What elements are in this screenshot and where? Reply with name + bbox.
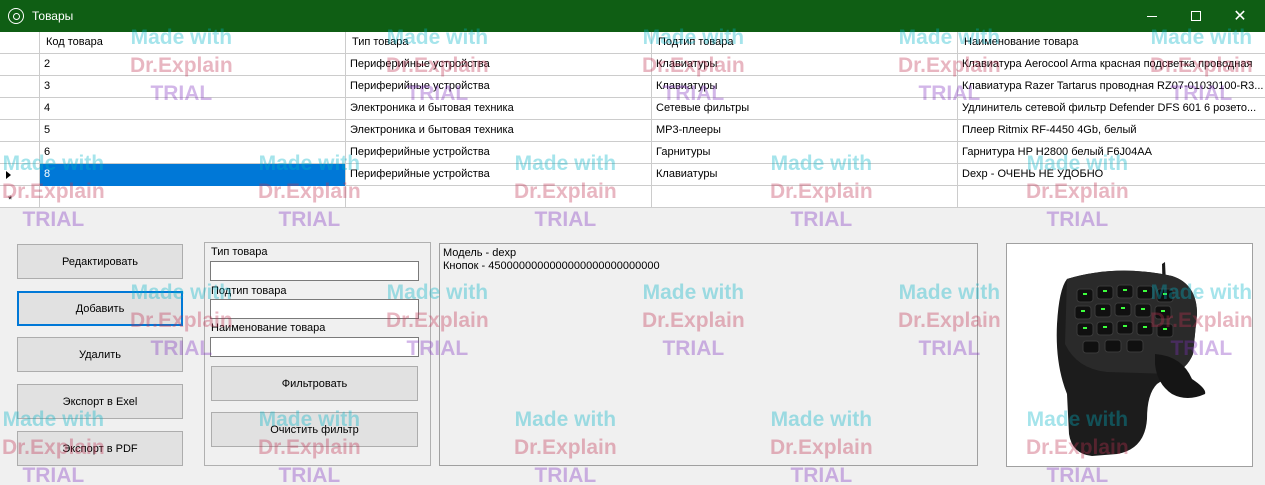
column-header-subtype[interactable]: Подтип товара (652, 32, 958, 54)
add-button[interactable]: Добавить (17, 291, 183, 326)
app-icon (8, 8, 24, 24)
cell-name[interactable]: Dexp - ОЧЕНЬ НЕ УДОБНО (958, 164, 1265, 186)
row-header[interactable]: * (0, 186, 40, 208)
filter-apply-button[interactable]: Фильтровать (211, 366, 418, 401)
cell-subtype[interactable]: Клавиатуры (652, 164, 958, 186)
cell-code[interactable]: 6 (40, 142, 346, 164)
cell-code[interactable]: 3 (40, 76, 346, 98)
cell-name[interactable]: Удлинитель сетевой фильтр Defender DFS 6… (958, 98, 1265, 120)
cell-name[interactable]: Клавиатура Razer Tartarus проводная RZ07… (958, 76, 1265, 98)
cell-subtype[interactable]: Клавиатуры (652, 54, 958, 76)
table-row[interactable]: 3 Периферийные устройства Клавиатуры Кла… (0, 76, 1265, 98)
cell-subtype[interactable]: Гарнитуры (652, 142, 958, 164)
name-filter-input[interactable] (210, 337, 419, 357)
cell-subtype[interactable]: Сетевые фильтры (652, 98, 958, 120)
cell-code[interactable]: 8 (40, 164, 346, 186)
table-row[interactable]: 4 Электроника и бытовая техника Сетевые … (0, 98, 1265, 120)
table-row-selected[interactable]: 8 Периферийные устройства Клавиатуры Dex… (0, 164, 1265, 186)
minimize-icon (1147, 15, 1157, 17)
column-header-name[interactable]: Наименование товара (958, 32, 1265, 54)
row-header[interactable] (0, 120, 40, 142)
cell-type[interactable]: Электроника и бытовая техника (346, 120, 652, 142)
row-header[interactable] (0, 98, 40, 120)
cell-code[interactable]: 2 (40, 54, 346, 76)
cell-code[interactable] (40, 186, 346, 208)
delete-button[interactable]: Удалить (17, 337, 183, 372)
subtype-filter-input[interactable] (210, 299, 419, 319)
close-button[interactable]: ✕ (1218, 0, 1262, 32)
product-details-text[interactable]: Модель - dexp Кнопок - 45000000000000000… (439, 243, 978, 466)
name-filter-label: Наименование товара (211, 322, 326, 334)
details-model-line: Модель - dexp (443, 247, 517, 259)
cell-type[interactable]: Периферийные устройства (346, 76, 652, 98)
gaming-keypad-image (1056, 262, 1206, 456)
cell-name[interactable]: Гарнитура HP H2800 белый F6J04AA (958, 142, 1265, 164)
window-title: Товары (32, 9, 74, 23)
maximize-button[interactable] (1174, 0, 1218, 32)
close-icon: ✕ (1233, 8, 1247, 25)
details-keys-line: Кнопок - 4500000000000000000000000000 (443, 260, 660, 272)
products-grid[interactable]: Код товара Тип товара Подтип товара Наим… (0, 32, 1265, 208)
cell-type[interactable]: Электроника и бытовая техника (346, 98, 652, 120)
row-header[interactable] (0, 54, 40, 76)
row-header[interactable] (0, 76, 40, 98)
minimize-button[interactable] (1130, 0, 1174, 32)
export-excel-button[interactable]: Экспорт в Exel (17, 384, 183, 419)
cell-type[interactable]: Периферийные устройства (346, 54, 652, 76)
edit-button[interactable]: Редактировать (17, 244, 183, 279)
row-header[interactable] (0, 164, 40, 186)
new-row[interactable]: * (0, 186, 1265, 208)
product-image (1006, 243, 1253, 467)
type-filter-label: Тип товара (211, 246, 268, 258)
table-row[interactable]: 5 Электроника и бытовая техника MP3-плее… (0, 120, 1265, 142)
column-header-type[interactable]: Тип товара (346, 32, 652, 54)
subtype-filter-label: Подтип товара (211, 285, 287, 297)
cell-type[interactable] (346, 186, 652, 208)
cell-subtype[interactable]: Клавиатуры (652, 76, 958, 98)
cell-code[interactable]: 5 (40, 120, 346, 142)
cell-type[interactable]: Периферийные устройства (346, 142, 652, 164)
cell-subtype[interactable] (652, 186, 958, 208)
cell-type[interactable]: Периферийные устройства (346, 164, 652, 186)
cell-name[interactable]: Клавиатура Aerocool Arma красная подсвет… (958, 54, 1265, 76)
grid-rows: Код товара Тип товара Подтип товара Наим… (0, 32, 1265, 208)
new-row-marker: * (8, 194, 13, 206)
table-row[interactable]: 6 Периферийные устройства Гарнитуры Гарн… (0, 142, 1265, 164)
maximize-icon (1191, 11, 1201, 21)
cell-name[interactable] (958, 186, 1265, 208)
cell-subtype[interactable]: MP3-плееры (652, 120, 958, 142)
cell-code[interactable]: 4 (40, 98, 346, 120)
type-filter-input[interactable] (210, 261, 419, 281)
title-bar: Товары ✕ (0, 0, 1265, 32)
export-pdf-button[interactable]: Экспорт в PDF (17, 431, 183, 466)
filter-clear-button[interactable]: Очистить фильтр (211, 412, 418, 447)
row-header[interactable] (0, 142, 40, 164)
current-row-arrow-icon (6, 171, 11, 179)
row-header-corner (0, 32, 40, 54)
grid-header: Код товара Тип товара Подтип товара Наим… (0, 32, 1265, 54)
table-row[interactable]: 2 Периферийные устройства Клавиатуры Кла… (0, 54, 1265, 76)
column-header-code[interactable]: Код товара (40, 32, 346, 54)
cell-name[interactable]: Плеер Ritmix RF-4450 4Gb, белый (958, 120, 1265, 142)
